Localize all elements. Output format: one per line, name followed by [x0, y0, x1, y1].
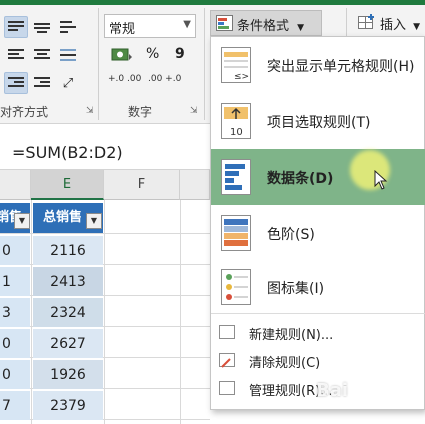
align-middle-icon — [34, 20, 50, 34]
filter-dropdown-button[interactable]: ▼ — [14, 213, 30, 229]
decrease-indent-icon — [8, 76, 24, 90]
color-scales-icon — [221, 215, 251, 251]
table-cell[interactable]: 2627 — [33, 329, 103, 359]
highlight-cells-icon: ≤> — [221, 47, 251, 83]
merge-center-icon — [60, 48, 76, 62]
insert-button[interactable]: 插入 ▼ — [352, 10, 425, 36]
top-bottom-rules-icon: 10 — [221, 103, 251, 139]
increase-decimal-button[interactable]: +.0 .00 — [108, 74, 144, 84]
percent-button[interactable]: % — [146, 46, 159, 62]
orientation-button[interactable]: ⤢ — [56, 72, 80, 94]
grid-line — [0, 357, 210, 358]
menu-item-label: 图标集(I) — [267, 281, 325, 297]
accounting-format-button[interactable] — [106, 44, 138, 66]
watermark-text: Bai — [316, 380, 349, 401]
chevron-down-icon: ▼ — [297, 23, 305, 33]
table-cell[interactable]: 7 — [0, 391, 30, 421]
icon-sets-icon — [221, 269, 251, 305]
new-rule-icon — [219, 325, 235, 339]
increase-indent-icon — [34, 76, 50, 90]
insert-cells-icon — [358, 14, 374, 29]
align-center-button[interactable] — [30, 44, 54, 66]
menu-item-new-rule[interactable]: 新建规则(N)... — [211, 319, 425, 347]
ribbon-separator — [204, 8, 205, 120]
menu-item-data-bars[interactable]: 数据条(D) — [211, 149, 425, 205]
conditional-formatting-menu: ≤> 突出显示单元格规则(H) 10 项目选取规则(T) 数据条(D) 色阶(S… — [210, 36, 425, 410]
clear-rules-icon — [219, 353, 235, 368]
svg-text:10: 10 — [230, 127, 243, 138]
orientation-icon: ⤢ — [62, 75, 74, 91]
svg-text:≤>: ≤> — [234, 72, 249, 82]
wrap-text-button[interactable] — [56, 16, 80, 38]
column-header-d[interactable] — [0, 170, 31, 200]
column-header-g[interactable] — [180, 170, 210, 200]
wrap-text-icon — [60, 20, 76, 34]
menu-item-clear-rules[interactable]: 清除规则(C) — [211, 347, 425, 375]
grid-line — [0, 326, 210, 327]
align-center-icon — [34, 48, 50, 62]
merge-center-button[interactable] — [56, 44, 80, 66]
number-format-value: 常规 — [109, 22, 136, 37]
menu-item-label: 清除规则(C) — [249, 356, 321, 371]
table-cell[interactable]: 2116 — [33, 236, 103, 266]
column-header-f[interactable]: F — [104, 170, 180, 200]
grid-line — [0, 233, 210, 234]
menu-item-color-scales[interactable]: 色阶(S) — [211, 205, 425, 261]
data-bars-icon — [221, 159, 251, 195]
table-cell[interactable]: 1926 — [33, 360, 103, 390]
manage-rules-icon — [219, 381, 235, 395]
grid-line — [0, 388, 210, 389]
decrease-indent-button[interactable] — [4, 72, 28, 94]
conditional-format-label: 条件格式 — [237, 19, 290, 34]
chevron-down-icon: ▼ — [413, 22, 421, 32]
number-dialog-launcher-icon[interactable]: ⇲ — [190, 106, 198, 116]
increase-indent-button[interactable] — [30, 72, 54, 94]
grid-line — [0, 419, 210, 420]
table-cell[interactable]: 2413 — [33, 267, 103, 297]
table-cell[interactable]: 0 — [0, 360, 30, 390]
conditional-formatting-button[interactable]: 条件格式 ▼ — [210, 10, 322, 36]
number-group-label: 数字 — [128, 105, 153, 119]
menu-item-label: 色阶(S) — [267, 227, 315, 243]
table-cell[interactable]: 2324 — [33, 298, 103, 328]
insert-label: 插入 — [380, 18, 407, 33]
table-cell[interactable]: 0 — [0, 236, 30, 266]
menu-item-label: 数据条(D) — [267, 171, 334, 187]
comma-style-button[interactable]: 9 — [175, 46, 185, 62]
table-header-label: 总销售 — [43, 210, 83, 225]
align-left-button[interactable] — [4, 44, 28, 66]
align-top-button[interactable] — [4, 16, 28, 38]
chevron-down-icon: ▼ — [183, 19, 191, 30]
table-cell[interactable]: 3 — [0, 298, 30, 328]
currency-icon — [111, 48, 132, 61]
menu-item-highlight-cells-rules[interactable]: ≤> 突出显示单元格规则(H) — [211, 37, 425, 93]
alignment-dialog-launcher-icon[interactable]: ⇲ — [86, 106, 94, 116]
filter-dropdown-button[interactable]: ▼ — [86, 213, 102, 229]
table-cell[interactable]: 1 — [0, 267, 30, 297]
align-top-icon — [8, 20, 24, 34]
table-cell[interactable]: 2379 — [33, 391, 103, 421]
table-cell[interactable]: 0 — [0, 329, 30, 359]
ribbon-separator — [98, 8, 99, 120]
grid-line — [0, 295, 210, 296]
decrease-decimal-button[interactable]: .00 +.0 — [148, 74, 184, 84]
grid-line — [0, 264, 210, 265]
menu-item-label: 新建规则(N)... — [249, 328, 334, 343]
menu-item-icon-sets[interactable]: 图标集(I) — [211, 261, 425, 313]
align-middle-button[interactable] — [30, 16, 54, 38]
formula-text[interactable]: =SUM(B2:D2) — [12, 143, 123, 162]
menu-item-top-bottom-rules[interactable]: 10 项目选取规则(T) — [211, 93, 425, 149]
menu-separator — [211, 313, 425, 314]
column-header-e[interactable]: E — [31, 170, 104, 200]
mouse-pointer-icon — [374, 170, 388, 190]
align-left-icon — [8, 48, 24, 62]
number-format-select[interactable]: 常规 ▼ — [104, 14, 196, 38]
ribbon-top-strip — [0, 0, 425, 5]
alignment-group-label: 对齐方式 — [0, 105, 49, 119]
menu-item-label: 项目选取规则(T) — [267, 115, 371, 131]
menu-item-label: 突出显示单元格规则(H) — [267, 59, 415, 75]
conditional-format-icon — [216, 15, 233, 31]
